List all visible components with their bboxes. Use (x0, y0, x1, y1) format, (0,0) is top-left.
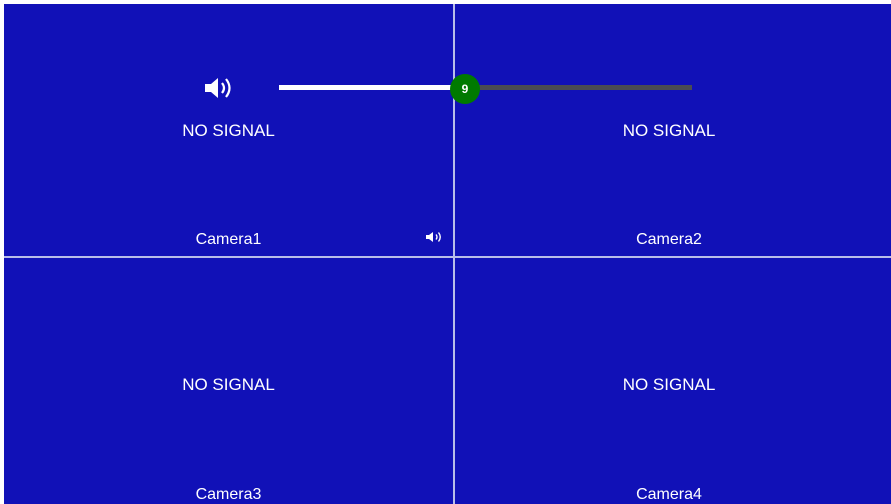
camera-tile-2[interactable]: NO SIGNAL Camera2 (455, 4, 891, 256)
camera-tile-1[interactable]: NO SIGNAL Camera1 (4, 4, 453, 256)
volume-value: 9 (461, 82, 469, 96)
camera-name: Camera1 (195, 231, 262, 248)
camera-name: Camera3 (195, 486, 262, 503)
volume-slider-thumb[interactable]: 9 (450, 74, 480, 104)
volume-slider[interactable]: 9 (279, 74, 692, 104)
camera-status: NO SIGNAL (182, 375, 275, 394)
camera-status: NO SIGNAL (622, 121, 716, 140)
speaker-icon[interactable] (203, 76, 237, 100)
camera-name: Camera2 (636, 231, 702, 248)
grid-divider-horizontal (4, 256, 891, 258)
camera-name: Camera4 (636, 486, 702, 503)
camera-tile-3[interactable]: NO SIGNAL Camera3 (4, 258, 453, 504)
camera1-audio-icon (425, 230, 445, 244)
volume-slider-fill (279, 85, 465, 90)
camera-grid: NO SIGNAL Camera1 NO SIGNAL Camera2 NO S… (4, 4, 891, 504)
camera-tile-4[interactable]: NO SIGNAL Camera4 (455, 258, 891, 504)
camera-status: NO SIGNAL (182, 121, 275, 140)
camera-status: NO SIGNAL (622, 375, 716, 394)
